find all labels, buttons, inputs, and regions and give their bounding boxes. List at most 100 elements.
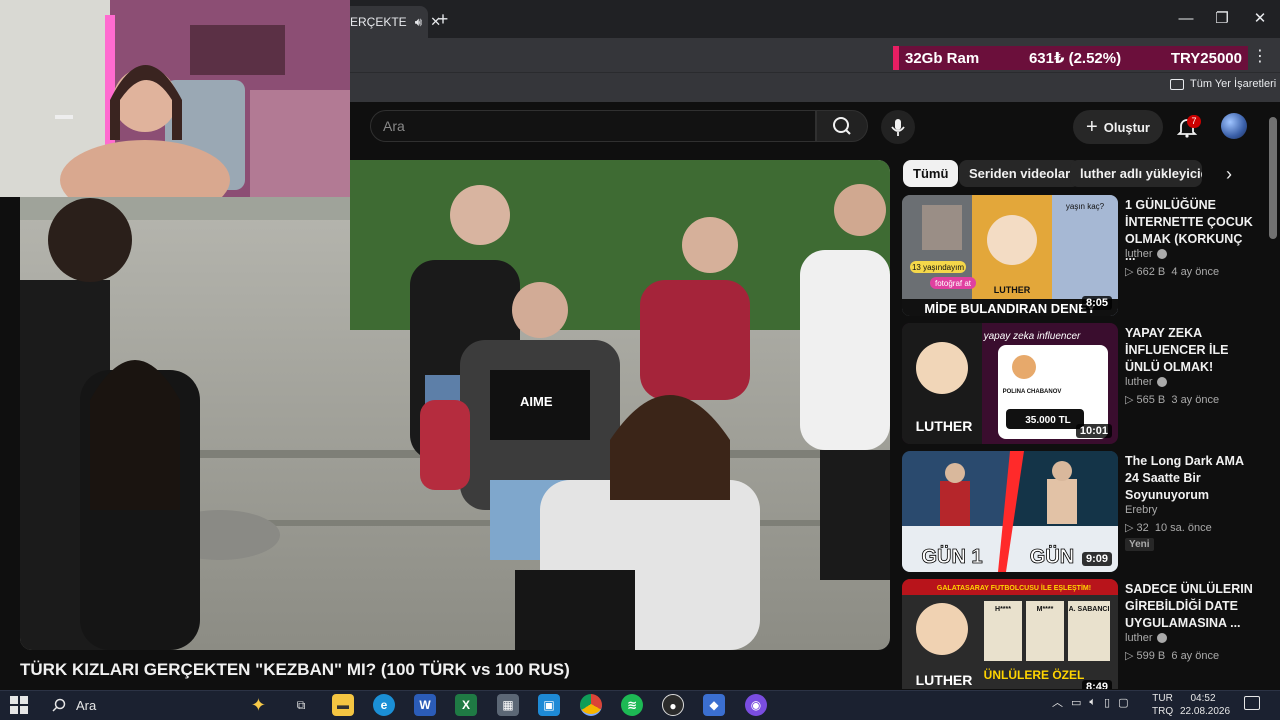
verified-icon (1156, 377, 1167, 387)
maximize-button[interactable]: ❐ (1208, 8, 1236, 30)
rec-channel[interactable]: Erebry (1125, 504, 1157, 516)
view-count: 32 (1136, 522, 1149, 534)
thumb-tag: ÜNLÜLERE ÖZEL (984, 667, 1085, 682)
microphone-icon (891, 119, 905, 136)
volume-icon[interactable]: 🔈︎ (1089, 696, 1096, 709)
tray-app-icon[interactable]: ▢ (1118, 696, 1128, 709)
chevron-up-icon[interactable]: ︿ (1052, 694, 1063, 710)
system-tray[interactable]: ︿ ▭ 🔈︎ ▯ ▢ (1052, 694, 1128, 710)
search-button[interactable] (816, 110, 868, 142)
upload-age: 6 ay önce (1171, 650, 1220, 662)
excel-icon[interactable]: X (455, 694, 477, 716)
duration-badge: 10:01 (1075, 424, 1112, 438)
rec-channel[interactable]: luther (1125, 376, 1167, 388)
browser-menu-icon[interactable]: ⋮ (1252, 47, 1268, 67)
channel-name[interactable]: luther (1125, 632, 1153, 644)
spotify-icon[interactable]: ≋ (621, 694, 643, 716)
lang-bottom: TRQ (1152, 706, 1174, 717)
upload-age: 3 ay önce (1171, 394, 1220, 406)
new-tab-button[interactable]: + (432, 8, 454, 30)
rec-title[interactable]: YAPAY ZEKA İNFLUENCER İLE ÜNLÜ OLMAK! (1125, 325, 1255, 376)
upload-age: 4 ay önce (1171, 266, 1220, 278)
chevron-right-icon[interactable]: › (1218, 163, 1240, 185)
search-input[interactable]: Ara (370, 110, 816, 142)
thumb-tag: H**** (995, 606, 1011, 613)
battery-icon[interactable]: ▭ (1071, 696, 1081, 709)
channel-name[interactable]: luther (1125, 376, 1153, 388)
recommendation-item[interactable]: yapay zeka influencer POLINA CHABANOV 35… (902, 323, 1268, 445)
taskbar-search-label: Ara (76, 697, 97, 713)
avatar[interactable] (1221, 113, 1247, 139)
rec-title[interactable]: The Long Dark AMA 24 Saatte Bir Soyunuyo… (1125, 453, 1255, 504)
thumbnail-art: GALATASARAY FUTBOLCUSU İLE EŞLEŞTİM! H**… (902, 579, 1118, 689)
create-button[interactable]: + Oluştur (1073, 110, 1163, 144)
webcam-overlay (0, 0, 350, 197)
chrome-icon[interactable] (580, 694, 602, 716)
language-indicator[interactable]: TUR TRQ (1152, 692, 1173, 718)
calculator-icon[interactable]: ▦ (497, 694, 519, 716)
edge-icon[interactable]: e (373, 694, 395, 716)
store-icon[interactable]: ▣ (538, 694, 560, 716)
chip-all[interactable]: Tümü (903, 160, 959, 187)
minimize-button[interactable]: — (1172, 8, 1200, 30)
view-count: 599 B (1136, 650, 1166, 662)
ticker-goal: TRY25000 (1170, 49, 1242, 67)
taskbar-search[interactable]: Ara ✦ (40, 692, 272, 718)
create-label: Oluştur (1103, 119, 1150, 135)
voice-search-button[interactable] (881, 110, 915, 144)
channel-name[interactable]: Erebry (1125, 504, 1157, 516)
tab-audio-icon[interactable]: 🔊︎ (415, 15, 423, 30)
play-icon: ▷ (1125, 266, 1137, 278)
verified-icon (1156, 633, 1167, 643)
thumbnail[interactable]: GALATASARAY FUTBOLCUSU İLE EŞLEŞTİM! H**… (902, 579, 1118, 689)
windows-start-icon[interactable] (10, 696, 28, 714)
close-window-button[interactable]: ✕ (1246, 8, 1274, 30)
messenger-icon[interactable]: ◉ (745, 694, 767, 716)
thumb-caption: GÜN 1 (921, 545, 982, 568)
thumb-tag: GALATASARAY FUTBOLCUSU İLE EŞLEŞTİM! (937, 584, 1091, 592)
thumb-caption: GÜN (1030, 545, 1074, 568)
play-icon: ▷ (1125, 650, 1137, 662)
thumb-tag: POLINA CHABANOV (1003, 389, 1062, 395)
thumb-caption: LUTHER (916, 672, 973, 688)
duration-badge: 9:09 (1081, 552, 1112, 566)
rec-channel[interactable]: luther (1125, 632, 1167, 644)
thumb-caption: LUTHER (916, 418, 973, 434)
rec-meta: ▷ 599 B 6 ay önce (1125, 649, 1219, 662)
recommendation-item[interactable]: MİDE BULANDIRAN DENEY 13 yaşındayım foto… (902, 195, 1268, 317)
video-frame: AIME (20, 160, 890, 650)
folder-icon (1170, 78, 1184, 90)
scrollbar[interactable] (1269, 117, 1277, 239)
word-icon[interactable]: W (414, 694, 436, 716)
chip-uploader[interactable]: luther adlı yükleyiciden (1070, 160, 1202, 187)
all-bookmarks-button[interactable]: Tüm Yer İşaretleri (1170, 78, 1276, 90)
task-view-icon[interactable]: ⧉ (290, 694, 312, 716)
lang-top: TUR (1152, 693, 1173, 704)
ticker-ram: 32Gb Ram (905, 49, 980, 67)
notification-badge: 7 (1187, 115, 1201, 128)
thumb-tag: yaşın kaç? (1066, 202, 1105, 211)
rec-title[interactable]: SADECE ÜNLÜLERIN GİREBİLDİĞİ DATE UYGULA… (1125, 581, 1255, 632)
thumbnail[interactable]: MİDE BULANDIRAN DENEY 13 yaşındayım foto… (902, 195, 1118, 316)
file-explorer-icon[interactable]: ▬ (332, 694, 354, 716)
new-badge: Yeni (1125, 538, 1154, 551)
thumbnail[interactable]: GÜN 1 GÜN 9:09 (902, 451, 1118, 572)
sparkle-icon: ✦ (250, 694, 266, 715)
notification-center-icon[interactable] (1244, 696, 1260, 710)
rec-channel[interactable]: luther (1125, 248, 1167, 260)
recommendation-item[interactable]: GALATASARAY FUTBOLCUSU İLE EŞLEŞTİM! H**… (902, 579, 1268, 689)
taskbar-clock[interactable]: 04:52 22.08.2026 (1180, 692, 1230, 718)
search-icon (833, 117, 851, 135)
browser-tab-active[interactable]: ERÇEKTE 🔊︎ ✕ (340, 6, 441, 38)
video-player[interactable]: AIME (20, 160, 890, 650)
obs-icon[interactable]: ● (662, 694, 684, 716)
rec-meta: ▷ 565 B 3 ay önce (1125, 393, 1219, 406)
thumbnail[interactable]: yapay zeka influencer POLINA CHABANOV 35… (902, 323, 1118, 444)
chip-series[interactable]: Seriden videolar (959, 160, 1081, 187)
recommendation-item[interactable]: GÜN 1 GÜN 9:09 The Long Dark AMA 24 Saat… (902, 451, 1268, 573)
channel-name[interactable]: luther (1125, 248, 1153, 260)
app-icon[interactable]: ◆ (703, 694, 725, 716)
wifi-icon[interactable]: ▯ (1104, 696, 1110, 709)
duration-badge: 8:05 (1081, 296, 1112, 310)
video-title: TÜRK KIZLARI GERÇEKTEN "KEZBAN" MI? (100… (20, 660, 570, 679)
